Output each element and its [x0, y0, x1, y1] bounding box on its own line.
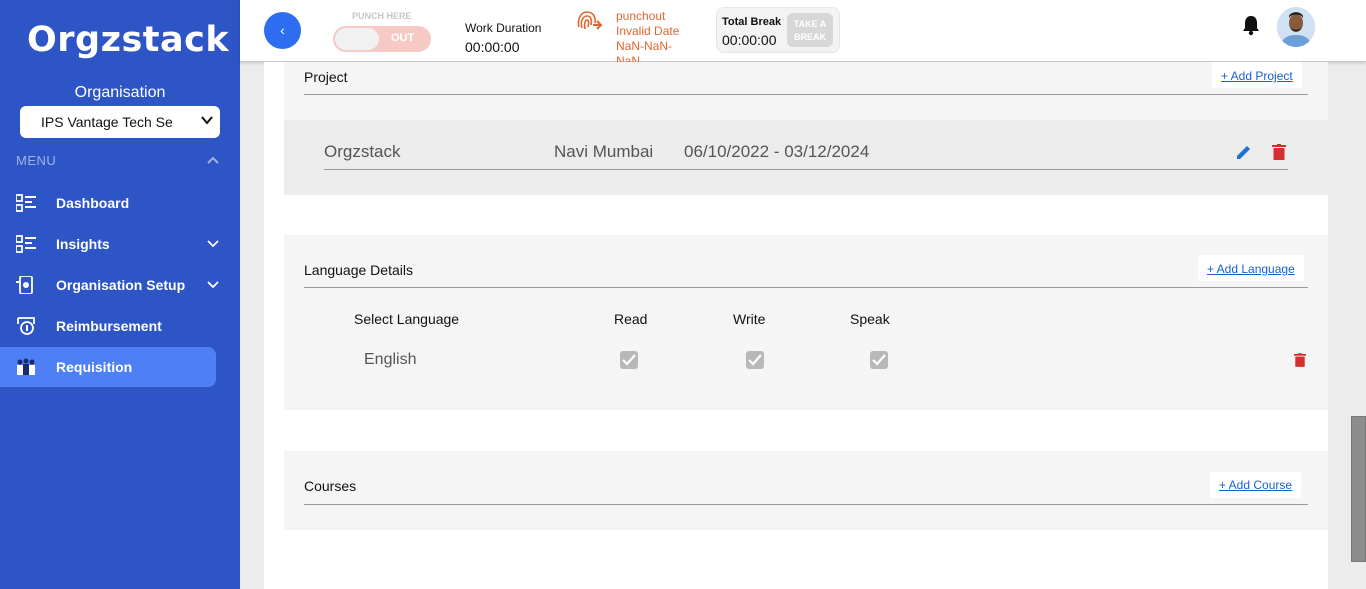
project-dates: 06/10/2022 - 03/12/2024	[684, 142, 870, 161]
total-break-box: Total Break 00:00:00 TAKE A BREAK	[716, 7, 840, 53]
organisation-select[interactable]: IPS Vantage Tech Se	[20, 106, 220, 138]
punch-toggle[interactable]: OUT	[333, 26, 431, 52]
check-icon	[748, 354, 762, 366]
check-icon	[622, 354, 636, 366]
sidebar-item-requisition[interactable]: Requisition	[0, 347, 216, 387]
project-name: Orgzstack	[324, 142, 401, 161]
organisation-label: Organisation	[74, 84, 166, 101]
project-location: Navi Mumbai	[554, 142, 654, 161]
section-title: Language Details	[304, 262, 413, 278]
punch-toggle-knob	[335, 28, 379, 50]
sidebar-item-insights[interactable]: Insights	[0, 224, 219, 264]
sidebar-item-organisation-setup[interactable]: Organisation Setup	[0, 265, 219, 305]
project-section: Project + Add Project Orgzstack Navi Mum…	[284, 62, 1328, 195]
punchout-line: punchout	[616, 9, 666, 23]
language-section: Language Details + Add Language Select L…	[284, 235, 1328, 410]
divider	[304, 504, 1308, 505]
sidebar-item-dashboard[interactable]: Dashboard	[0, 183, 216, 223]
work-duration-value: 00:00:00	[465, 39, 520, 55]
reimbursement-icon	[17, 317, 35, 335]
sidebar-item-label: Insights	[56, 236, 110, 252]
total-break-label: Total Break	[722, 16, 782, 28]
write-checkbox[interactable]	[746, 351, 764, 369]
user-avatar[interactable]	[1277, 7, 1315, 47]
add-language-button[interactable]: + Add Language	[1198, 255, 1304, 281]
avatar-image	[1277, 7, 1315, 47]
sidebar: Orgzstack Organisation IPS Vantage Tech …	[0, 0, 240, 589]
project-row: Orgzstack Navi Mumbai 06/10/2022 - 03/12…	[324, 142, 1288, 170]
courses-section: Courses + Add Course	[284, 451, 1328, 530]
requisition-icon	[17, 358, 35, 375]
organisation-setup-icon	[16, 276, 33, 294]
menu-label: MENU	[16, 153, 57, 168]
insights-icon	[16, 235, 36, 253]
work-duration-label: Work Duration	[465, 21, 542, 35]
chevron-down-icon	[207, 240, 219, 248]
sidebar-item-label: Reimbursement	[56, 318, 162, 334]
total-break-value: 00:00:00	[722, 32, 777, 48]
column-header: Speak	[850, 311, 890, 327]
chevron-down-icon	[201, 116, 213, 125]
delete-icon[interactable]	[1294, 352, 1306, 368]
edit-icon[interactable]	[1236, 144, 1252, 160]
divider	[304, 94, 1308, 95]
sidebar-collapse-button[interactable]: ‹	[264, 12, 301, 49]
punch-state: OUT	[391, 32, 415, 44]
organisation-select-value: IPS Vantage Tech Se	[41, 114, 173, 130]
column-header: Select Language	[354, 311, 460, 327]
speak-checkbox[interactable]	[870, 351, 888, 369]
punchout-line: NaN-NaN-	[616, 39, 673, 53]
page-scrollbar[interactable]	[1351, 416, 1366, 562]
punch-label: PUNCH HERE	[352, 11, 412, 21]
read-checkbox[interactable]	[620, 351, 638, 369]
top-header: ‹ PUNCH HERE OUT Work Duration 00:00:00 …	[240, 0, 1366, 68]
sidebar-item-label: Dashboard	[56, 195, 130, 211]
chevron-down-icon	[207, 281, 219, 289]
delete-icon[interactable]	[1272, 144, 1286, 160]
app-logo: Orgzstack	[27, 20, 230, 60]
sidebar-item-label: Requisition	[56, 359, 133, 375]
section-title: Project	[304, 69, 348, 85]
section-title: Courses	[304, 478, 357, 494]
dashboard-icon	[16, 194, 36, 212]
main-content: Project + Add Project Orgzstack Navi Mum…	[264, 62, 1328, 589]
chevron-up-icon[interactable]	[207, 155, 219, 165]
add-project-button[interactable]: + Add Project	[1212, 62, 1302, 88]
fingerprint-icon	[577, 11, 603, 30]
sidebar-item-reimbursement[interactable]: Reimbursement	[0, 306, 216, 346]
punchout-line: Invalid Date	[616, 24, 680, 38]
language-name: English	[364, 351, 417, 368]
notification-bell-icon[interactable]	[1242, 14, 1260, 36]
column-header: Read	[614, 311, 648, 327]
divider	[304, 287, 1308, 288]
punchout-info: punchout Invalid Date NaN-NaN- NaN	[616, 9, 696, 69]
check-icon	[872, 354, 886, 366]
take-break-button[interactable]: TAKE A BREAK	[787, 13, 833, 47]
column-header: Write	[733, 311, 766, 327]
add-course-button[interactable]: + Add Course	[1210, 472, 1302, 498]
sidebar-item-label: Organisation Setup	[56, 277, 186, 293]
